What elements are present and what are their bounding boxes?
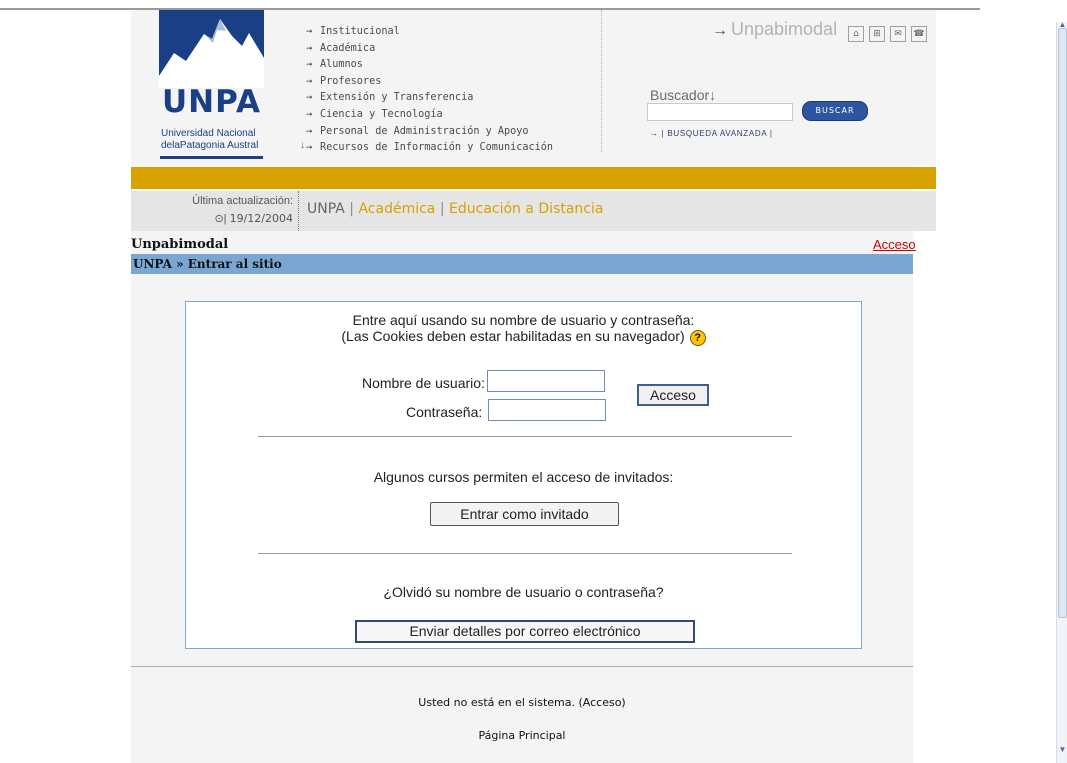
- mountain-logo-icon: [159, 10, 264, 88]
- login-status: Usted no está en el sistema. (Acceso): [418, 696, 626, 709]
- nav-item-academica[interactable]: → Académica: [306, 41, 606, 58]
- access-link[interactable]: Acceso: [873, 237, 916, 252]
- separator: [258, 436, 792, 437]
- help-icon[interactable]: ?: [689, 330, 706, 346]
- course-navbar: UNPA » Entrar al sitio: [131, 254, 913, 274]
- nav-item-label: Recursos de Información y Comunicación: [320, 142, 554, 154]
- nav-item-recursos[interactable]: → Recursos de Información y Comunicación: [306, 140, 606, 157]
- breadcrumb-unpa[interactable]: UNPA: [307, 201, 345, 217]
- nav-item-personal[interactable]: → Personal de Administración y Apoyo: [306, 124, 606, 141]
- nav-item-alumnos[interactable]: → Alumnos: [306, 57, 606, 74]
- navbar-current: Entrar al sitio: [187, 257, 282, 271]
- arrow-right-icon: →: [306, 26, 313, 37]
- nav-item-label: Extensión y Transferencia: [320, 92, 474, 104]
- page: UNPA Universidad Nacional delaPatagonia …: [131, 10, 936, 763]
- nav-item-label: Alumnos: [320, 59, 363, 71]
- unpa-logo[interactable]: UNPA Universidad Nacional delaPatagonia …: [159, 10, 264, 164]
- footer-divider: [131, 666, 913, 667]
- navbar-home-link[interactable]: UNPA: [133, 257, 172, 271]
- brand-link[interactable]: → Unpabimodal: [712, 19, 837, 40]
- nav-item-label: Personal de Administración y Apoyo: [320, 125, 529, 137]
- main-navigation: → Institucional → Académica → Alumnos → Prof…: [306, 24, 606, 157]
- nav-item-label: Institucional: [320, 26, 400, 37]
- username-input[interactable]: [487, 370, 605, 392]
- arrow-right-icon: →: [306, 142, 313, 154]
- logo-subtitle-line-1: Universidad Nacional: [161, 128, 256, 139]
- login-intro-line-1: Entre aquí usando su nombre de usuario y…: [352, 312, 695, 328]
- login-button[interactable]: Acceso: [637, 384, 709, 406]
- forgot-credentials-text: ¿Olvidó su nombre de usuario o contraseñ…: [383, 584, 664, 600]
- separator: [258, 553, 792, 554]
- logo-wordmark: UNPA: [162, 84, 261, 120]
- send-details-button[interactable]: Enviar detalles por correo electrónico: [355, 620, 695, 643]
- search-label: Buscador↓: [650, 87, 717, 103]
- search-input[interactable]: [647, 103, 793, 121]
- arrow-right-icon: →: [306, 108, 313, 120]
- arrow-right-icon: →: [306, 75, 313, 87]
- logo-rule: [160, 156, 263, 159]
- arrow-down-icon: ↓: [300, 140, 305, 151]
- login-intro-line-2: (Las Cookies deben estar habilitadas en …: [186, 328, 861, 346]
- nav-item-profesores[interactable]: → Profesores: [306, 74, 606, 91]
- home-page-link[interactable]: Página Principal: [131, 729, 913, 742]
- last-updated-label: Última actualización:: [192, 195, 293, 207]
- scrollbar-thumb[interactable]: [1058, 28, 1067, 618]
- nav-item-label: Profesores: [320, 75, 382, 87]
- scroll-down-icon[interactable]: ▼: [1058, 746, 1067, 754]
- last-updated-date: 19/12/2004: [229, 212, 293, 225]
- arrow-right-icon: →: [306, 42, 313, 54]
- search-button[interactable]: BUSCAR: [802, 101, 868, 121]
- password-input[interactable]: [488, 399, 606, 421]
- nav-item-ciencia[interactable]: → Ciencia y Tecnología: [306, 107, 606, 124]
- brand-label: Unpabimodal: [731, 19, 838, 39]
- guest-access-text: Algunos cursos permiten el acceso de inv…: [373, 469, 674, 485]
- breadcrumb-educacion-distancia[interactable]: Educación a Distancia: [449, 201, 603, 217]
- mail-icon[interactable]: ✉: [890, 26, 906, 42]
- vertical-scrollbar[interactable]: ▲ ▼: [1056, 21, 1067, 763]
- clock-icon: ⊙: [214, 213, 224, 225]
- sitemap-icon[interactable]: ⊞: [869, 26, 885, 42]
- breadcrumb-academica[interactable]: Académica: [358, 201, 435, 217]
- arrow-right-icon: →: [306, 59, 313, 71]
- gold-bar: [131, 167, 936, 189]
- nav-item-institucional[interactable]: → Institucional: [306, 24, 606, 41]
- site-header: UNPA Universidad Nacional delaPatagonia …: [131, 10, 936, 165]
- navbar-separator: »: [176, 257, 188, 271]
- quick-icons: ⌂ ⊞ ✉ ☎: [848, 26, 927, 42]
- phone-icon[interactable]: ☎: [911, 26, 927, 42]
- home-icon[interactable]: ⌂: [848, 26, 864, 42]
- login-box: Entre aquí usando su nombre de usuario y…: [185, 301, 862, 649]
- arrow-right-icon: →: [306, 92, 313, 104]
- logo-subtitle-line-2: delaPatagonia Austral: [161, 140, 259, 151]
- nav-item-label: Ciencia y Tecnología: [320, 108, 443, 120]
- username-label: Nombre de usuario:: [362, 375, 485, 391]
- course-title: Unpabimodal: [131, 237, 229, 252]
- arrow-right-icon: →: [712, 22, 728, 39]
- last-updated: Última actualización: ⊙| 19/12/2004: [179, 191, 299, 231]
- arrow-right-icon: →: [650, 129, 662, 138]
- advanced-search-link[interactable]: → | BUSQUEDA AVANZADA |: [650, 129, 773, 138]
- nav-item-label: Académica: [320, 42, 376, 54]
- password-label: Contraseña:: [406, 404, 483, 420]
- arrow-down-icon: ↓: [709, 87, 717, 103]
- site-breadcrumb: UNPA | Académica | Educación a Distancia: [307, 201, 604, 217]
- guest-login-button[interactable]: Entrar como invitado: [430, 502, 619, 526]
- nav-divider: [601, 10, 602, 152]
- arrow-right-icon: →: [306, 125, 313, 137]
- nav-item-extension[interactable]: → Extensión y Transferencia: [306, 90, 606, 107]
